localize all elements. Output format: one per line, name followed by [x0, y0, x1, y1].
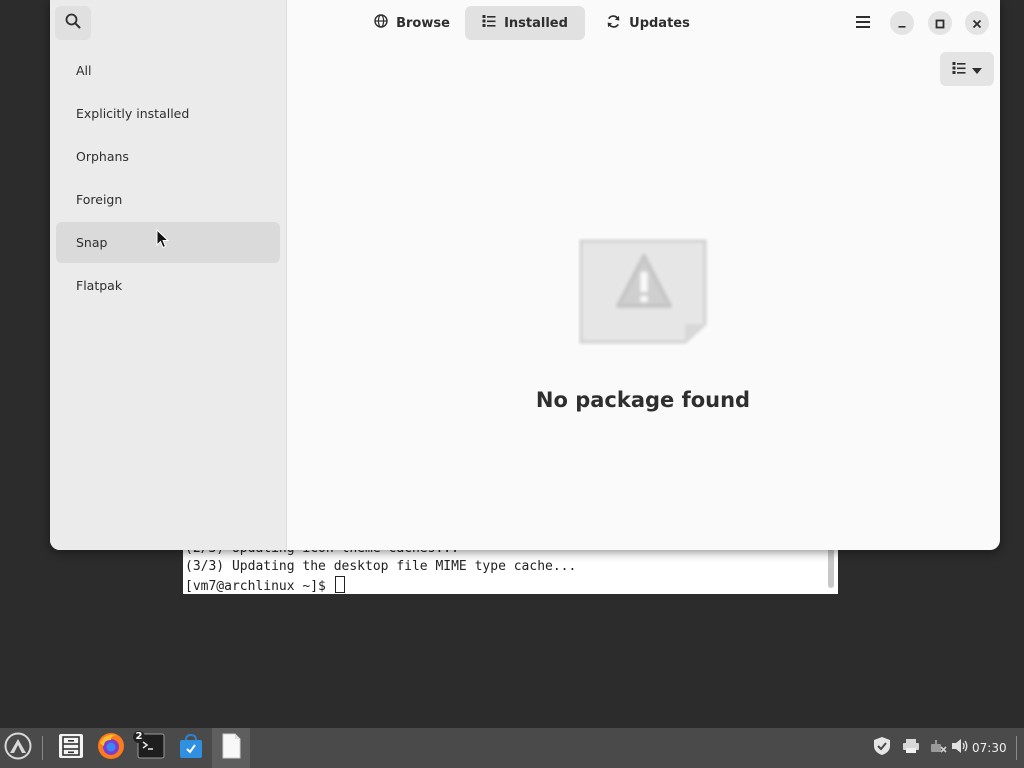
tab-label: Browse — [396, 15, 450, 31]
tab-installed[interactable]: Installed — [465, 6, 585, 40]
terminal-prompt-line[interactable]: [vm7@archlinux ~]$ — [185, 576, 576, 594]
search-button[interactable] — [55, 6, 91, 40]
sidebar-item-label: Orphans — [76, 149, 129, 164]
maximize-button[interactable] — [928, 11, 952, 35]
network-icon — [929, 738, 947, 758]
close-button[interactable] — [965, 11, 989, 35]
taskbar-files[interactable] — [52, 728, 90, 768]
hamburger-menu-icon — [855, 14, 871, 33]
tab-updates[interactable]: Updates — [600, 6, 696, 40]
sidebar: All Explicitly installed Orphans Foreign… — [50, 0, 287, 550]
chevron-down-icon — [972, 60, 982, 79]
globe-icon — [374, 14, 388, 32]
taskbar-software-store[interactable] — [172, 728, 210, 768]
software-store-icon — [177, 732, 205, 764]
warning-icon — [578, 238, 710, 350]
arch-logo-icon — [4, 732, 32, 764]
empty-state-title: No package found — [535, 388, 751, 412]
sidebar-item-label: Snap — [76, 235, 108, 250]
minimize-button[interactable] — [890, 11, 914, 35]
terminal-cursor — [334, 576, 345, 593]
sidebar-item-orphans[interactable]: Orphans — [56, 136, 280, 177]
minimize-icon — [897, 14, 907, 33]
view-mode-button[interactable] — [940, 52, 994, 86]
sidebar-list: All Explicitly installed Orphans Foreign… — [56, 50, 280, 308]
terminal-prompt: [vm7@archlinux ~]$ — [185, 579, 334, 594]
list-icon — [482, 14, 496, 32]
taskbar: 07:30 — [0, 728, 1024, 768]
tray-security[interactable] — [870, 728, 894, 768]
sidebar-item-label: All — [76, 63, 92, 78]
tab-browse[interactable]: Browse — [356, 6, 468, 40]
close-icon — [972, 14, 982, 33]
tray-volume[interactable] — [950, 728, 970, 768]
taskbar-firefox[interactable] — [92, 728, 130, 768]
search-icon — [65, 13, 81, 33]
shield-icon — [873, 736, 891, 760]
files-icon — [58, 733, 84, 763]
taskbar-document-app[interactable] — [212, 728, 250, 768]
refresh-icon — [606, 14, 621, 33]
tab-label: Updates — [629, 15, 690, 31]
volume-icon — [951, 738, 969, 758]
header-bar: Browse Installed Updates — [50, 0, 1000, 46]
document-icon — [219, 732, 243, 764]
terminal-line: (3/3) Updating the desktop file MIME typ… — [185, 559, 577, 574]
taskbar-separator — [42, 736, 43, 760]
printer-icon — [902, 738, 920, 758]
maximize-icon — [935, 14, 945, 33]
sidebar-item-flatpak[interactable]: Flatpak — [56, 265, 280, 306]
sidebar-item-explicitly-installed[interactable]: Explicitly installed — [56, 93, 280, 134]
tray-printer[interactable] — [900, 728, 922, 768]
package-manager-window: All Explicitly installed Orphans Foreign… — [50, 0, 1000, 550]
list-view-icon — [952, 60, 966, 79]
mouse-pointer-icon — [156, 228, 170, 253]
clock[interactable]: 07:30 — [972, 728, 1007, 768]
sidebar-item-label: Explicitly installed — [76, 106, 190, 121]
show-desktop-button[interactable] — [1016, 736, 1017, 760]
app-menu-button[interactable] — [0, 728, 36, 768]
tray-network[interactable] — [927, 728, 949, 768]
sidebar-item-foreign[interactable]: Foreign — [56, 179, 280, 220]
sidebar-item-label: Flatpak — [76, 278, 123, 293]
terminal-window-count-badge: 2 — [133, 731, 145, 743]
tab-label: Installed — [504, 15, 568, 31]
firefox-icon — [96, 731, 126, 765]
sidebar-item-label: Foreign — [76, 192, 123, 207]
sidebar-item-all[interactable]: All — [56, 50, 280, 91]
main-menu-button[interactable] — [848, 8, 878, 38]
